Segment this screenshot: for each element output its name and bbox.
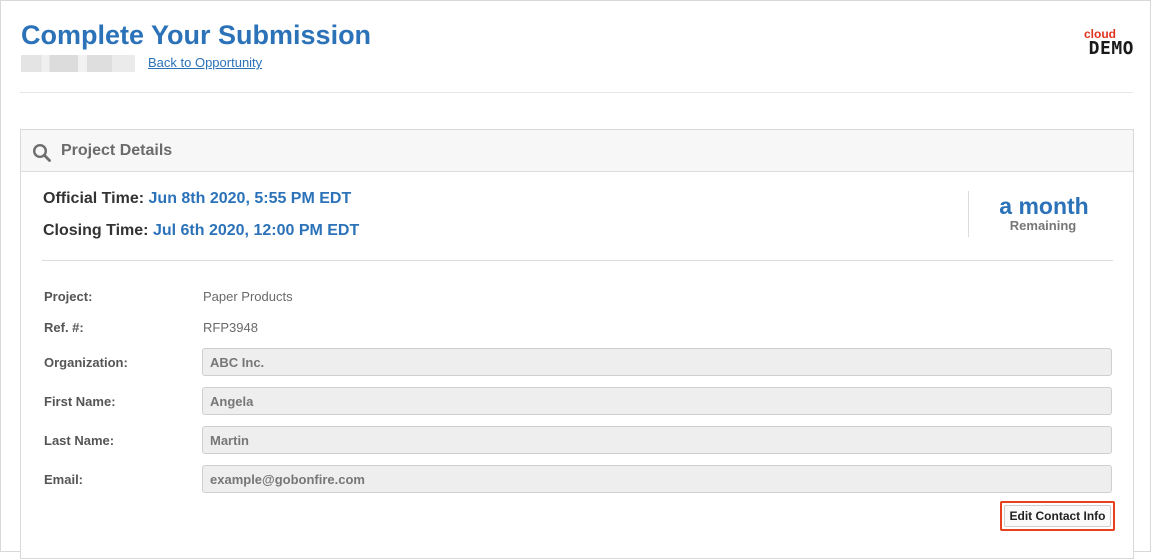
time-remaining: a month Remaining [968, 191, 1115, 237]
details-divider [42, 260, 1113, 261]
project-label: Project: [44, 289, 93, 304]
blurred-username [21, 55, 135, 72]
project-value: Paper Products [203, 289, 293, 304]
official-time-label: Official Time: [43, 190, 145, 207]
project-details-panel: Project Details Official Time: Jun 8th 2… [20, 129, 1134, 559]
remaining-value: a month [999, 193, 1089, 219]
edit-contact-info-button[interactable]: Edit Contact Info [1000, 501, 1115, 531]
panel-heading: Project Details [21, 130, 1133, 172]
back-to-opportunity-link[interactable]: Back to Opportunity [148, 55, 262, 71]
page-title: Complete Your Submission [21, 20, 372, 50]
panel-title: Project Details [61, 142, 173, 159]
cloud-demo-logo: cloud DEMO [1070, 28, 1134, 58]
closing-time-label: Closing Time: [43, 222, 149, 239]
first-name-label: First Name: [44, 394, 116, 409]
last-name-label: Last Name: [44, 433, 115, 448]
email-label: Email: [44, 472, 84, 487]
official-time-row: Official Time: Jun 8th 2020, 5:55 PM EDT [43, 190, 351, 208]
last-name-field[interactable] [202, 426, 1112, 454]
ref-label: Ref. #: [44, 320, 84, 335]
organization-field[interactable] [202, 348, 1112, 376]
official-time-value: Jun 8th 2020, 5:55 PM EDT [148, 190, 352, 207]
edit-contact-info-label: Edit Contact Info [1004, 505, 1111, 527]
email-field[interactable] [202, 465, 1112, 493]
organization-label: Organization: [44, 355, 128, 370]
logo-demo-text: DEMO [1088, 38, 1134, 59]
search-icon [32, 143, 52, 163]
closing-time-row: Closing Time: Jul 6th 2020, 12:00 PM EDT [43, 222, 359, 240]
header-divider [20, 92, 1133, 93]
first-name-field[interactable] [202, 387, 1112, 415]
remaining-label: Remaining [1009, 218, 1077, 233]
ref-value: RFP3948 [203, 320, 258, 335]
closing-time-value: Jul 6th 2020, 12:00 PM EDT [152, 222, 360, 239]
